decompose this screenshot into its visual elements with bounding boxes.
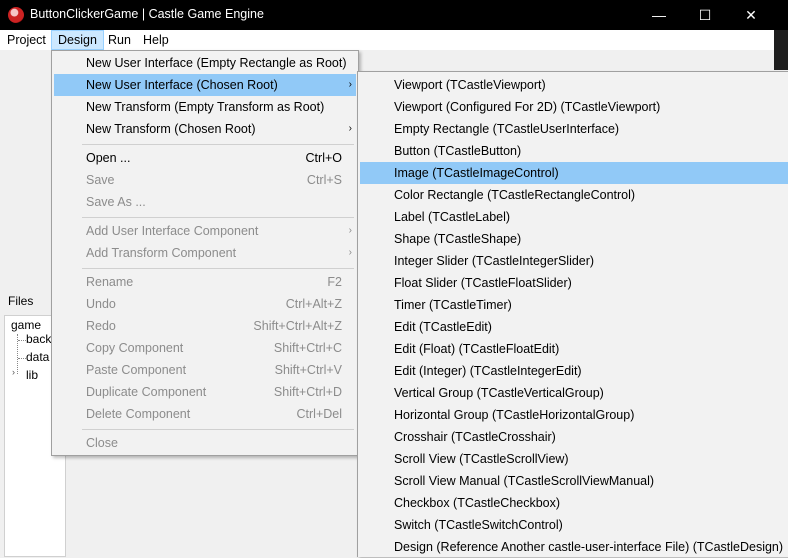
menu-item-new-transform-empty-root[interactable]: New Transform (Empty Transform as Root)	[54, 96, 356, 118]
submenu-item-edit-float[interactable]: Edit (Float) (TCastleFloatEdit)	[360, 338, 788, 360]
submenu-item-color-rectangle[interactable]: Color Rectangle (TCastleRectangleControl…	[360, 184, 788, 206]
submenu-item-edit-integer[interactable]: Edit (Integer) (TCastleIntegerEdit)	[360, 360, 788, 382]
minimize-button[interactable]: —	[636, 0, 682, 30]
submenu-item-design[interactable]: Design (Reference Another castle-user-in…	[360, 536, 788, 558]
chevron-right-icon: ›	[348, 79, 352, 90]
chosen-root-submenu: Viewport (TCastleViewport) Viewport (Con…	[357, 71, 788, 557]
maximize-button[interactable]: ☐	[682, 0, 728, 30]
tree-item-game[interactable]: game	[11, 318, 41, 332]
close-button[interactable]: ✕	[728, 0, 774, 30]
menu-item-save-as[interactable]: Save As ...	[54, 191, 356, 213]
design-menu: New User Interface (Empty Rectangle as R…	[51, 50, 359, 456]
tree-connector	[18, 340, 26, 341]
submenu-item-edit[interactable]: Edit (TCastleEdit)	[360, 316, 788, 338]
dark-panel-edge	[774, 30, 788, 70]
castle-app-icon	[8, 7, 24, 23]
menu-separator	[82, 429, 354, 430]
chevron-right-icon: ›	[348, 123, 352, 134]
title-bar: ButtonClickerGame | Castle Game Engine —…	[0, 0, 788, 30]
tree-item-lib[interactable]: lib	[26, 368, 38, 382]
chevron-right-icon: ›	[348, 247, 352, 258]
submenu-item-timer[interactable]: Timer (TCastleTimer)	[360, 294, 788, 316]
menu-run[interactable]: Run	[102, 30, 137, 50]
submenu-item-viewport-2d[interactable]: Viewport (Configured For 2D) (TCastleVie…	[360, 96, 788, 118]
submenu-item-label[interactable]: Label (TCastleLabel)	[360, 206, 788, 228]
chevron-right-icon: ›	[348, 225, 352, 236]
menu-item-new-transform-chosen-root[interactable]: New Transform (Chosen Root) ›	[54, 118, 356, 140]
tree-item-back[interactable]: back	[26, 332, 51, 346]
menu-help[interactable]: Help	[137, 30, 175, 50]
submenu-item-integer-slider[interactable]: Integer Slider (TCastleIntegerSlider)	[360, 250, 788, 272]
menu-separator	[82, 217, 354, 218]
submenu-item-image[interactable]: Image (TCastleImageControl)	[360, 162, 788, 184]
menu-bar: Project Design Run Help	[0, 30, 774, 50]
submenu-item-switch[interactable]: Switch (TCastleSwitchControl)	[360, 514, 788, 536]
menu-separator	[82, 144, 354, 145]
submenu-item-shape[interactable]: Shape (TCastleShape)	[360, 228, 788, 250]
submenu-item-horizontal-group[interactable]: Horizontal Group (TCastleHorizontalGroup…	[360, 404, 788, 426]
menu-item-new-ui-empty-root[interactable]: New User Interface (Empty Rectangle as R…	[54, 52, 356, 74]
menu-item-close[interactable]: Close	[54, 432, 356, 454]
submenu-item-scroll-view[interactable]: Scroll View (TCastleScrollView)	[360, 448, 788, 470]
menu-item-new-ui-chosen-root[interactable]: New User Interface (Chosen Root) ›	[54, 74, 356, 96]
menu-item-add-transform-component[interactable]: Add Transform Component ›	[54, 242, 356, 264]
menu-project[interactable]: Project	[1, 30, 52, 50]
submenu-item-crosshair[interactable]: Crosshair (TCastleCrosshair)	[360, 426, 788, 448]
submenu-item-empty-rectangle[interactable]: Empty Rectangle (TCastleUserInterface)	[360, 118, 788, 140]
menu-item-rename[interactable]: Rename F2	[54, 271, 356, 293]
tree-item-data[interactable]: data	[26, 350, 49, 364]
menu-item-open[interactable]: Open ... Ctrl+O	[54, 147, 356, 169]
submenu-item-scroll-view-manual[interactable]: Scroll View Manual (TCastleScrollViewMan…	[360, 470, 788, 492]
submenu-item-vertical-group[interactable]: Vertical Group (TCastleVerticalGroup)	[360, 382, 788, 404]
tree-connector	[18, 358, 26, 359]
window-title: ButtonClickerGame | Castle Game Engine	[30, 7, 264, 21]
menu-item-add-ui-component[interactable]: Add User Interface Component ›	[54, 220, 356, 242]
submenu-item-viewport[interactable]: Viewport (TCastleViewport)	[360, 74, 788, 96]
chevron-right-icon[interactable]: ›	[12, 367, 15, 377]
menu-item-paste-component[interactable]: Paste Component Shift+Ctrl+V	[54, 359, 356, 381]
files-panel: Files game back data › lib	[0, 291, 66, 557]
menu-item-undo[interactable]: Undo Ctrl+Alt+Z	[54, 293, 356, 315]
menu-item-redo[interactable]: Redo Shift+Ctrl+Alt+Z	[54, 315, 356, 337]
menu-design[interactable]: Design	[51, 30, 104, 50]
menu-item-save[interactable]: Save Ctrl+S	[54, 169, 356, 191]
files-tab[interactable]: Files	[0, 291, 41, 311]
menu-item-copy-component[interactable]: Copy Component Shift+Ctrl+C	[54, 337, 356, 359]
menu-item-duplicate-component[interactable]: Duplicate Component Shift+Ctrl+D	[54, 381, 356, 403]
submenu-item-checkbox[interactable]: Checkbox (TCastleCheckbox)	[360, 492, 788, 514]
menu-item-delete-component[interactable]: Delete Component Ctrl+Del	[54, 403, 356, 425]
menu-separator	[82, 268, 354, 269]
submenu-item-float-slider[interactable]: Float Slider (TCastleFloatSlider)	[360, 272, 788, 294]
submenu-item-button[interactable]: Button (TCastleButton)	[360, 140, 788, 162]
